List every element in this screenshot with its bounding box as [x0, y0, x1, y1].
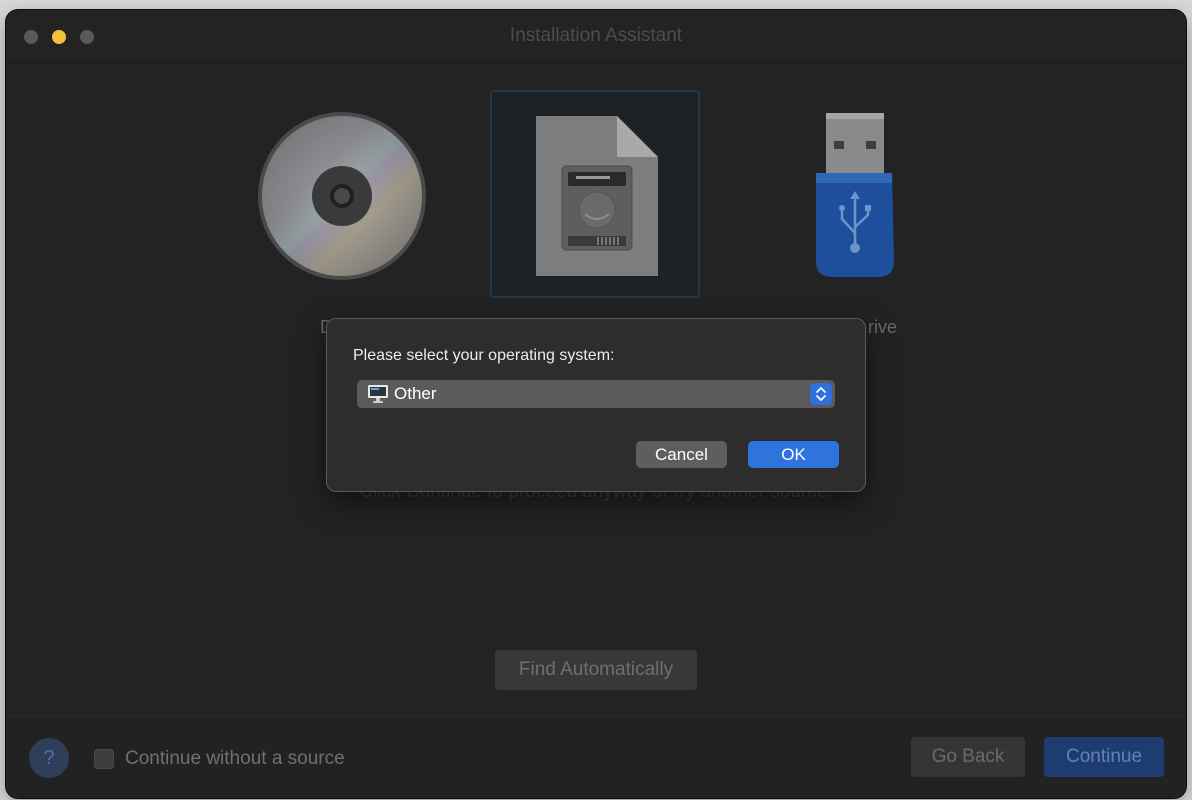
- find-automatically-button[interactable]: Find Automatically: [495, 650, 697, 690]
- disk-image-file-icon: [536, 116, 658, 276]
- operating-system-selected-value: Other: [394, 384, 437, 403]
- continue-button[interactable]: Continue: [1044, 737, 1164, 777]
- help-icon: ?: [43, 747, 55, 769]
- footer-bar: ? Continue without a source Go Back Cont…: [6, 715, 1186, 798]
- window-title: Installation Assistant: [509, 25, 683, 46]
- select-chevron-up-down-icon[interactable]: [810, 383, 832, 405]
- dvd-disc-icon: [258, 112, 426, 280]
- monitor-icon: [368, 385, 388, 403]
- usb-source-label: rive: [868, 317, 898, 337]
- ok-button[interactable]: OK: [748, 441, 839, 468]
- usb-drive-icon: [816, 113, 894, 277]
- cancel-button[interactable]: Cancel: [636, 441, 727, 468]
- usb-drive-source-option[interactable]: [802, 111, 898, 281]
- continue-without-source-checkbox[interactable]: [94, 749, 114, 769]
- dvd-source-option[interactable]: [256, 110, 428, 282]
- continue-without-source-label[interactable]: Continue without a source: [125, 748, 345, 770]
- operating-system-select[interactable]: Other: [357, 380, 835, 408]
- go-back-button[interactable]: Go Back: [911, 737, 1025, 777]
- select-os-dialog: Please select your operating system: Oth…: [326, 318, 866, 492]
- disk-image-source-option[interactable]: [490, 90, 700, 298]
- title-bar: Installation Assistant: [6, 10, 1186, 63]
- help-button[interactable]: ?: [29, 738, 69, 778]
- dialog-prompt: Please select your operating system:: [353, 347, 615, 364]
